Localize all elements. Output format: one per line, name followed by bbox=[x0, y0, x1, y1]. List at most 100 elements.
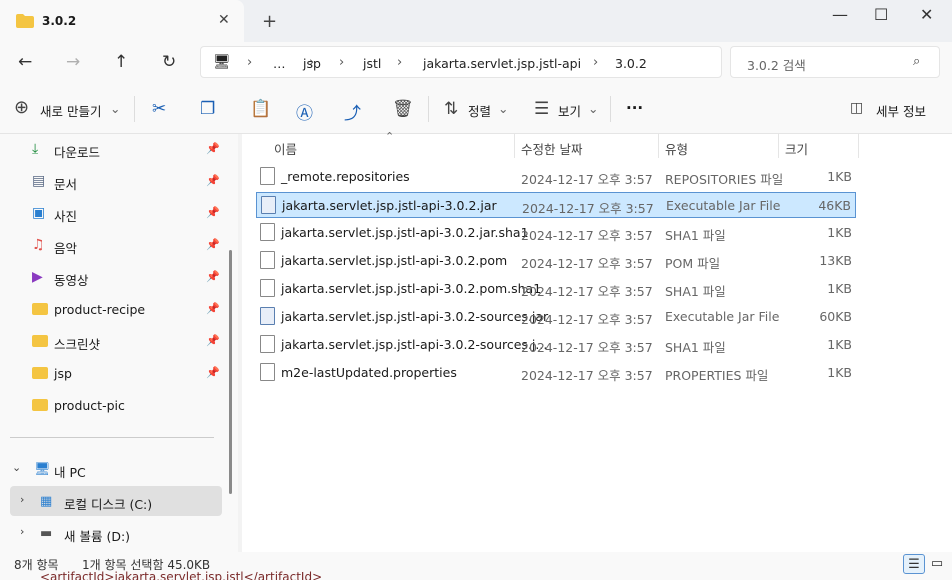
chevron-down-icon[interactable]: ⌄ bbox=[588, 101, 598, 116]
paste-icon[interactable]: 📋 bbox=[250, 99, 271, 119]
maximize-button[interactable]: ☐ bbox=[874, 5, 888, 24]
column-header-name[interactable]: 이름 bbox=[274, 139, 297, 158]
sidebar-item-videos[interactable]: ▶ 동영상 📌 bbox=[26, 262, 222, 292]
pin-icon[interactable]: 📌 bbox=[206, 366, 220, 379]
minimize-button[interactable]: — bbox=[832, 5, 848, 24]
file-size: 46KB bbox=[818, 198, 851, 213]
delete-icon[interactable]: 🗑 bbox=[392, 99, 414, 119]
command-toolbar: ⊕ 새로 만들기 ⌄ ✂ ❐ 📋 Ⓐ ⤴ 🗑 ⇅ 정렬 ⌄ ☰ 보기 ⌄ ···… bbox=[0, 86, 952, 134]
computer-icon[interactable]: 🖥 bbox=[213, 54, 231, 70]
file-date: 2024-12-17 오후 3:57 bbox=[521, 368, 653, 383]
file-type: Executable Jar File bbox=[666, 198, 781, 213]
sidebar-item-this-pc[interactable]: ⌄ 🖥 내 PC bbox=[10, 454, 222, 484]
sort-button[interactable]: 정렬 bbox=[468, 101, 491, 120]
table-row[interactable]: jakarta.servlet.jsp.jstl-api-3.0.2.jar 20… bbox=[256, 192, 856, 218]
folder-icon bbox=[32, 335, 48, 347]
table-row[interactable]: m2e-lastUpdated.properties 2024-12-17 오후 … bbox=[256, 360, 856, 386]
column-divider[interactable] bbox=[514, 134, 515, 158]
sidebar-item-pictures[interactable]: ▣ 사진 📌 bbox=[26, 198, 222, 228]
sidebar-item-label: 동영상 bbox=[54, 273, 89, 288]
address-bar[interactable]: 🖥 › … › jsp › jstl › jakarta.servlet.jsp… bbox=[200, 46, 722, 78]
breadcrumb-version[interactable]: 3.0.2 bbox=[615, 56, 647, 71]
breadcrumb-jstl[interactable]: jstl bbox=[363, 56, 381, 71]
up-button[interactable]: ↑ bbox=[114, 52, 128, 72]
view-button[interactable]: 보기 bbox=[558, 101, 581, 120]
column-divider[interactable] bbox=[858, 134, 859, 158]
file-name: jakarta.servlet.jsp.jstl-api-3.0.2-sourc… bbox=[281, 309, 549, 324]
share-icon[interactable]: ⤴ bbox=[344, 99, 361, 124]
tab-active[interactable]: 3.0.2 ✕ bbox=[0, 0, 244, 42]
sidebar-item-label: product-pic bbox=[54, 398, 125, 413]
new-button[interactable]: 새로 만들기 bbox=[40, 101, 101, 120]
cut-icon[interactable]: ✂ bbox=[152, 99, 166, 119]
pin-icon[interactable]: 📌 bbox=[206, 142, 220, 155]
details-view-button[interactable]: ☰ bbox=[903, 554, 925, 574]
file-size: 1KB bbox=[827, 225, 852, 240]
sidebar-item-drive-c[interactable]: › ▦ 로컬 디스크 (C:) bbox=[10, 486, 222, 516]
table-row[interactable]: _remote.repositories 2024-12-17 오후 3:57 RE… bbox=[256, 164, 856, 190]
pin-icon[interactable]: 📌 bbox=[206, 270, 220, 283]
sidebar-item-jsp[interactable]: jsp 📌 bbox=[26, 358, 222, 388]
column-divider[interactable] bbox=[778, 134, 779, 158]
back-button[interactable]: ← bbox=[18, 52, 32, 72]
pin-icon[interactable]: 📌 bbox=[206, 206, 220, 219]
search-box[interactable]: 3.0.2 검색 ⌕ bbox=[730, 46, 940, 78]
sidebar-item-label: 사진 bbox=[54, 209, 78, 224]
chevron-down-icon[interactable]: ⌄ bbox=[110, 101, 120, 116]
chevron-down-icon[interactable]: ⌄ bbox=[12, 461, 21, 474]
tiles-view-button[interactable]: ▭ bbox=[926, 554, 948, 574]
details-pane-icon[interactable]: ◫ bbox=[850, 100, 863, 116]
pin-icon[interactable]: 📌 bbox=[206, 238, 220, 251]
pin-icon[interactable]: 📌 bbox=[206, 174, 220, 187]
table-row[interactable]: jakarta.servlet.jsp.jstl-api-3.0.2.pom 20… bbox=[256, 248, 856, 274]
sidebar-scrollbar[interactable] bbox=[229, 250, 232, 494]
table-row[interactable]: jakarta.servlet.jsp.jstl-api-3.0.2-sourc… bbox=[256, 304, 856, 330]
plus-icon[interactable]: ⊕ bbox=[14, 97, 29, 118]
navigation-pane: ⤓ 다운로드 📌 ▤ 문서 📌 ▣ 사진 📌 ♫ 음악 📌 ▶ 동영상 📌 pr… bbox=[0, 134, 238, 552]
tab-close-button[interactable]: ✕ bbox=[218, 12, 230, 28]
search-icon[interactable]: ⌕ bbox=[913, 54, 920, 69]
sidebar-item-label: 다운로드 bbox=[54, 145, 101, 160]
copy-icon[interactable]: ❐ bbox=[200, 99, 215, 119]
close-window-button[interactable]: ✕ bbox=[920, 5, 933, 24]
sidebar-item-downloads[interactable]: ⤓ 다운로드 📌 bbox=[26, 134, 222, 164]
column-header-size[interactable]: 크기 bbox=[785, 139, 808, 158]
table-row[interactable]: jakarta.servlet.jsp.jstl-api-3.0.2.jar.s… bbox=[256, 220, 856, 246]
chevron-right-icon[interactable]: › bbox=[20, 493, 24, 506]
refresh-button[interactable]: ↻ bbox=[162, 52, 176, 72]
details-button[interactable]: 세부 정보 bbox=[876, 101, 926, 120]
sidebar-item-label: 음악 bbox=[54, 241, 78, 256]
breadcrumb-overflow[interactable]: … bbox=[273, 56, 286, 71]
table-row[interactable]: jakarta.servlet.jsp.jstl-api-3.0.2-sourc… bbox=[256, 332, 856, 358]
breadcrumb-jstl-api[interactable]: jakarta.servlet.jsp.jstl-api bbox=[423, 56, 581, 71]
file-name: m2e-lastUpdated.properties bbox=[281, 365, 457, 380]
sidebar-item-product-pic[interactable]: product-pic bbox=[26, 390, 222, 420]
view-icon[interactable]: ☰ bbox=[534, 99, 549, 119]
sidebar-item-screenshots[interactable]: 스크린샷 📌 bbox=[26, 326, 222, 356]
file-name: jakarta.servlet.jsp.jstl-api-3.0.2.jar.s… bbox=[281, 225, 529, 240]
chevron-right-icon[interactable]: › bbox=[20, 525, 24, 538]
sidebar-item-label: 문서 bbox=[54, 177, 78, 192]
rename-icon[interactable]: Ⓐ bbox=[296, 99, 313, 124]
new-tab-button[interactable]: + bbox=[262, 11, 277, 32]
breadcrumb-jsp[interactable]: jsp bbox=[303, 56, 321, 71]
pin-icon[interactable]: 📌 bbox=[206, 302, 220, 315]
column-header-date[interactable]: 수정한 날짜 bbox=[521, 139, 582, 158]
column-header-type[interactable]: 유형 bbox=[665, 139, 688, 158]
sidebar-item-music[interactable]: ♫ 음악 📌 bbox=[26, 230, 222, 260]
sidebar-item-documents[interactable]: ▤ 문서 📌 bbox=[26, 166, 222, 196]
file-name: _remote.repositories bbox=[281, 169, 410, 184]
forward-button[interactable]: → bbox=[66, 52, 80, 72]
table-row[interactable]: jakarta.servlet.jsp.jstl-api-3.0.2.pom.s… bbox=[256, 276, 856, 302]
sort-ascending-icon: ⌃ bbox=[385, 130, 395, 143]
pin-icon[interactable]: 📌 bbox=[206, 334, 220, 347]
sidebar-item-drive-d[interactable]: › ▬ 새 볼륨 (D:) bbox=[10, 518, 222, 548]
search-input[interactable]: 3.0.2 검색 bbox=[747, 55, 806, 74]
file-date: 2024-12-17 오후 3:57 bbox=[521, 340, 653, 355]
sidebar-item-product-recipe[interactable]: product-recipe 📌 bbox=[26, 294, 222, 324]
sort-icon[interactable]: ⇅ bbox=[444, 99, 458, 119]
chevron-down-icon[interactable]: ⌄ bbox=[498, 101, 508, 116]
more-options-button[interactable]: ··· bbox=[626, 99, 643, 117]
column-divider[interactable] bbox=[658, 134, 659, 158]
sidebar-divider bbox=[10, 437, 214, 438]
